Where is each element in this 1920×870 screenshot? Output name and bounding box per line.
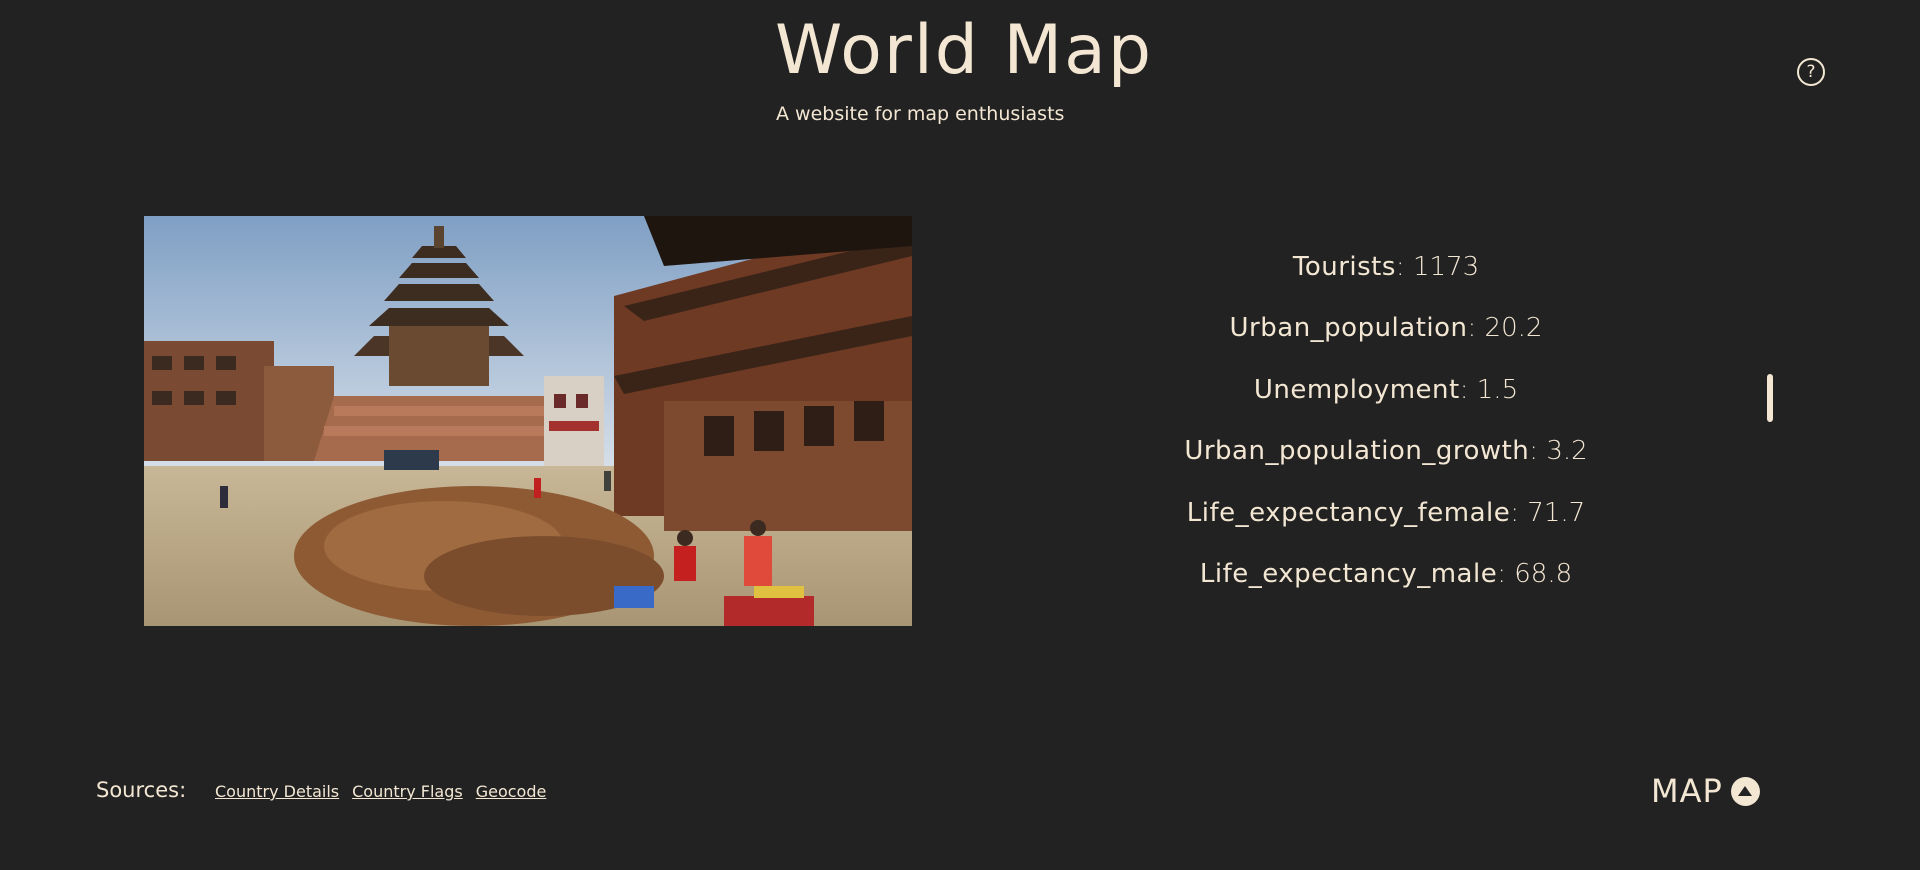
stat-key: Unemployment (1253, 374, 1460, 405)
stat-value: : 1173 (1395, 251, 1480, 282)
stat-row-unemployment: Unemployment : 1.5 (1084, 359, 1688, 421)
stat-key: Urban_population_growth (1184, 436, 1530, 467)
map-button[interactable]: MAP (1651, 772, 1760, 810)
site-subtitle: A website for map enthusiasts (776, 103, 1065, 125)
stat-key: Life_expectancy_female (1186, 497, 1511, 528)
stat-row-tourists: Tourists : 1173 (1084, 236, 1688, 298)
country-stats: Tourists : 1173 Urban_population : 20.2 … (1084, 236, 1688, 605)
stat-value: : 71.7 (1510, 497, 1586, 528)
country-photo (144, 216, 912, 626)
stat-row-life-expectancy-male: Life_expectancy_male : 68.8 (1084, 544, 1688, 606)
stat-value: : 3.2 (1529, 436, 1588, 467)
help-button[interactable]: ? (1797, 58, 1825, 86)
stats-scrollbar[interactable] (1767, 374, 1773, 422)
question-mark-icon: ? (1806, 62, 1816, 82)
country-photo-image (144, 216, 912, 626)
stat-row-urban-population-growth: Urban_population_growth : 3.2 (1084, 421, 1688, 483)
stat-value: : 20.2 (1467, 313, 1543, 344)
stat-value: : 1.5 (1459, 374, 1519, 405)
chevron-up-icon (1730, 776, 1760, 806)
stat-value: : 68.8 (1497, 559, 1573, 590)
source-link-geocode[interactable]: Geocode (476, 782, 547, 801)
source-link-country-flags[interactable]: Country Flags (352, 782, 463, 801)
stat-row-urban-population: Urban_population : 20.2 (1084, 298, 1688, 360)
stat-key: Life_expectancy_male (1199, 559, 1498, 590)
stat-key: Urban_population (1229, 313, 1468, 344)
page: World Map A website for map enthusiasts … (0, 0, 1920, 870)
sources-label: Sources: (96, 778, 187, 802)
source-link-country-details[interactable]: Country Details (215, 782, 339, 801)
stat-key: Tourists (1292, 251, 1396, 282)
stat-row-life-expectancy-female: Life_expectancy_female : 71.7 (1084, 482, 1688, 544)
site-title: World Map (775, 11, 1153, 90)
map-label: MAP (1651, 772, 1723, 810)
source-links: Country Details Country Flags Geocode (215, 782, 546, 801)
